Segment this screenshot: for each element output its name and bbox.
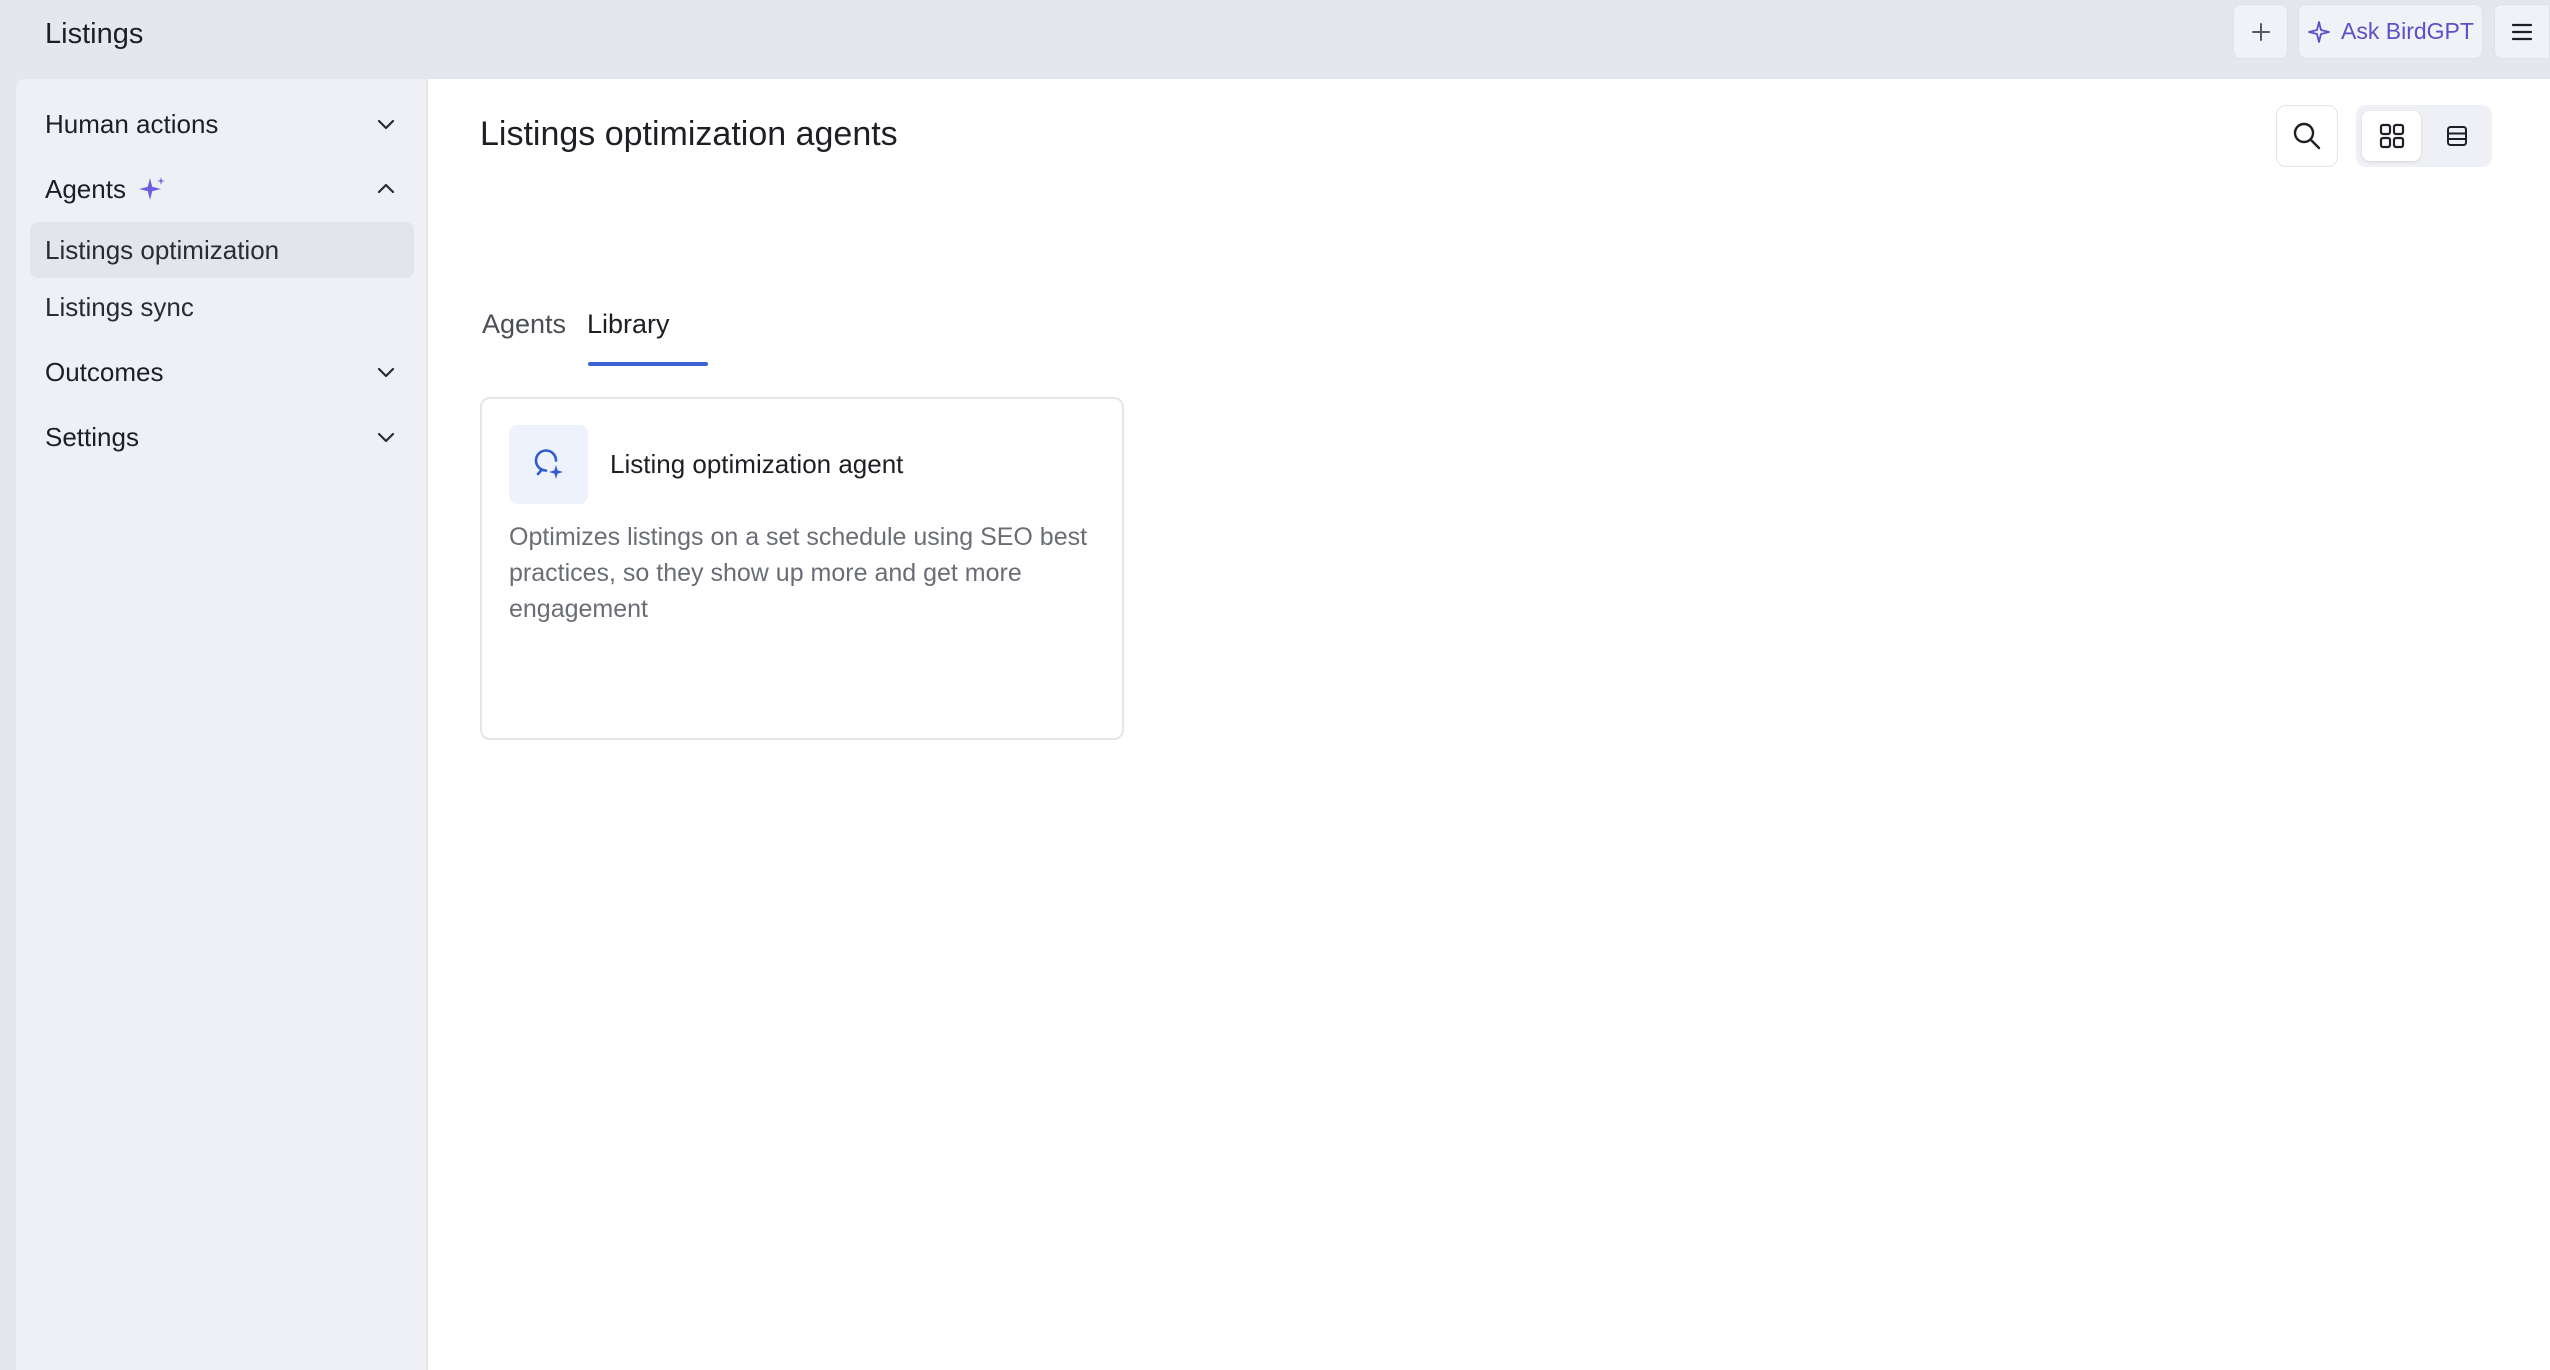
sidebar-group-outcomes[interactable]: Outcomes bbox=[16, 344, 428, 400]
chevron-down-icon bbox=[377, 367, 395, 378]
sidebar-group-label: Settings bbox=[45, 421, 139, 452]
ask-birdgpt-label: Ask BirdGPT bbox=[2341, 18, 2474, 44]
sidebar-item-listings-sync[interactable]: Listings sync bbox=[30, 279, 414, 335]
sidebar-item-listings-optimization[interactable]: Listings optimization bbox=[30, 222, 414, 278]
sparkle-icon bbox=[138, 177, 165, 200]
sidebar-group-label: Outcomes bbox=[45, 356, 164, 387]
search-icon bbox=[2293, 122, 2321, 150]
tab-agents[interactable]: Agents bbox=[482, 289, 566, 369]
sparkle-icon bbox=[2308, 20, 2330, 43]
page-title: Listings optimization agents bbox=[480, 115, 898, 153]
sidebar-group-agents[interactable]: Agents bbox=[16, 161, 428, 217]
sidebar-item-label: Listings optimization bbox=[45, 234, 280, 265]
tab-library[interactable]: Library bbox=[587, 289, 670, 369]
sidebar-item-label: Listings sync bbox=[45, 291, 194, 322]
sidebar-group-label: Agents bbox=[45, 173, 126, 204]
top-bar: Listings Ask BirdGPT bbox=[0, 0, 2550, 79]
agent-card[interactable]: Listing optimization agent Optimizes lis… bbox=[480, 397, 1124, 740]
chevron-down-icon bbox=[377, 119, 395, 130]
search-sparkle-icon bbox=[509, 425, 588, 504]
table-icon bbox=[2446, 126, 2467, 146]
hamburger-icon bbox=[2511, 23, 2533, 40]
chevron-up-icon bbox=[377, 183, 395, 194]
list-view-button[interactable] bbox=[2427, 111, 2486, 161]
chevron-down-icon bbox=[377, 432, 395, 443]
ask-birdgpt-button[interactable]: Ask BirdGPT bbox=[2298, 4, 2483, 59]
tab-bar: Agents Library bbox=[480, 289, 780, 369]
grid-icon bbox=[2379, 123, 2404, 149]
main-content: Listings optimization agents Agents Libr… bbox=[428, 79, 2550, 1370]
sidebar: Human actions Agents Listings optimizati… bbox=[16, 79, 428, 1370]
app-shell: Human actions Agents Listings optimizati… bbox=[16, 79, 2550, 1370]
plus-icon bbox=[2251, 22, 2270, 41]
agent-card-description: Optimizes listings on a set schedule usi… bbox=[509, 523, 1088, 623]
sidebar-group-settings[interactable]: Settings bbox=[16, 409, 428, 465]
agent-card-title: Listing optimization agent bbox=[610, 449, 904, 479]
sidebar-group-human-actions[interactable]: Human actions bbox=[16, 96, 428, 152]
active-tab-indicator bbox=[588, 362, 708, 366]
search-button[interactable] bbox=[2276, 105, 2338, 167]
grid-view-button[interactable] bbox=[2362, 111, 2421, 161]
sidebar-group-label: Human actions bbox=[45, 108, 219, 139]
add-button[interactable] bbox=[2233, 4, 2288, 59]
view-toggle bbox=[2356, 105, 2492, 167]
menu-button[interactable] bbox=[2494, 4, 2550, 59]
app-title: Listings bbox=[45, 18, 144, 50]
